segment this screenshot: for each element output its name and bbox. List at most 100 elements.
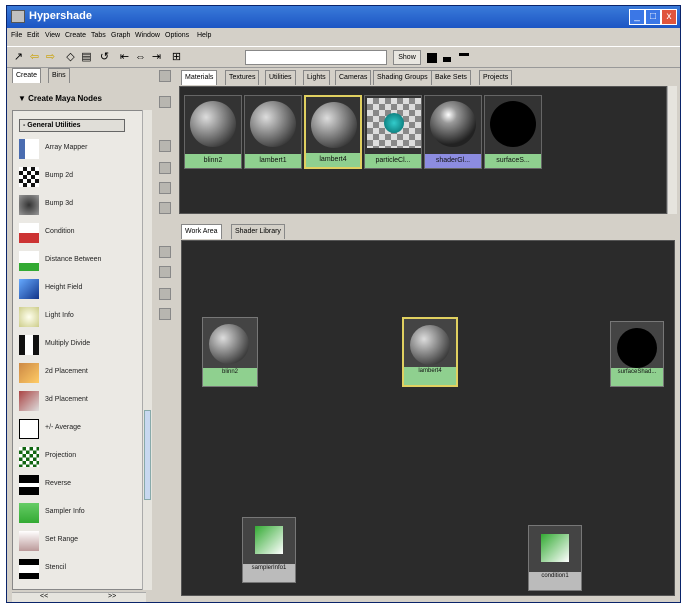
layout-icon[interactable]: ⊞ [169, 50, 184, 65]
side-tool-icon[interactable] [159, 288, 171, 300]
node-item[interactable]: Bump 2d [17, 165, 137, 191]
tab-create[interactable]: Create [12, 68, 42, 83]
material-swatch[interactable]: shaderGl... [424, 95, 482, 169]
scroll-left-icon[interactable]: << [40, 593, 48, 600]
nodes-vertical-scrollbar[interactable] [142, 110, 152, 590]
side-tool-icon[interactable] [159, 96, 171, 108]
node-item[interactable]: Array Mapper [17, 137, 137, 163]
node-item-label: Array Mapper [45, 144, 88, 151]
menu-help[interactable]: Help [197, 32, 211, 39]
material-preview [190, 101, 236, 147]
section-general-utilities[interactable]: - General Utilities [19, 119, 125, 132]
tab-textures[interactable]: Textures [225, 70, 260, 85]
node-item[interactable]: Bump 3d [17, 193, 137, 219]
condition-icon [19, 223, 39, 243]
work-node[interactable]: lambert4 [402, 317, 458, 387]
side-tool-icon[interactable] [159, 308, 171, 320]
node-item[interactable]: 3d Placement [17, 389, 137, 415]
tab-utilities[interactable]: Utilities [265, 70, 296, 85]
tab-bins[interactable]: Bins [48, 68, 70, 83]
node-item[interactable]: Multiply Divide [17, 333, 137, 359]
node-item[interactable]: +/- Average [17, 417, 137, 443]
search-input[interactable] [245, 50, 387, 65]
materials-scrollbar[interactable] [667, 86, 677, 214]
expand-arrow-icon: ▼ [18, 94, 29, 103]
section-label: General Utilities [27, 122, 81, 129]
tab-lights[interactable]: Lights [303, 70, 330, 85]
work-area[interactable]: blinn2 lambert4 surfaceShad... samplerInfo1… [181, 240, 675, 596]
graph-icon[interactable]: ▤ [79, 50, 94, 65]
eraser-icon[interactable]: ◇ [63, 50, 78, 65]
node-item[interactable]: Stencil [17, 557, 137, 583]
node-item[interactable]: Condition [17, 221, 137, 247]
medium-swatch-icon[interactable] [443, 57, 451, 62]
side-tool-icon[interactable] [159, 266, 171, 278]
node-item[interactable]: Projection [17, 445, 137, 471]
material-preview [311, 102, 357, 148]
select-tool-icon[interactable]: ↗ [11, 50, 26, 65]
material-swatch[interactable]: surfaceS... [484, 95, 542, 169]
menu-options[interactable]: Options [165, 32, 189, 39]
menu-tabs[interactable]: Tabs [91, 32, 106, 39]
tab-projects[interactable]: Projects [479, 70, 513, 85]
menu-graph[interactable]: Graph [111, 32, 130, 39]
tab-cameras[interactable]: Cameras [335, 70, 372, 85]
menu-edit[interactable]: Edit [27, 32, 39, 39]
material-swatch[interactable]: blinn2 [184, 95, 242, 169]
multiply-divide-icon [19, 335, 39, 355]
material-name: blinn2 [185, 154, 241, 168]
material-swatch[interactable]: particleCl... [364, 95, 422, 169]
title-bar[interactable]: Hypershade _ □ x [7, 6, 680, 28]
input-connections-icon[interactable]: ⇤ [117, 50, 132, 65]
side-tool-icon[interactable] [159, 70, 171, 82]
show-button[interactable]: Show [393, 50, 421, 65]
side-tool-icon[interactable] [159, 246, 171, 258]
side-tool-icon[interactable] [159, 202, 171, 214]
material-swatch[interactable]: lambert1 [244, 95, 302, 169]
large-swatch-icon[interactable] [427, 53, 437, 63]
menu-view[interactable]: View [45, 32, 60, 39]
tab-bake-sets[interactable]: Bake Sets [431, 70, 471, 85]
node-item[interactable]: Distance Between [17, 249, 137, 275]
work-node[interactable]: samplerInfo1 [242, 517, 296, 583]
tab-materials[interactable]: Materials [181, 70, 218, 85]
scroll-right-icon[interactable]: >> [108, 593, 116, 600]
minimize-button[interactable]: _ [629, 9, 645, 25]
work-node-name: condition1 [529, 572, 581, 590]
menu-create[interactable]: Create [65, 32, 86, 39]
menu-window[interactable]: Window [135, 32, 160, 39]
tab-shader-library[interactable]: Shader Library [231, 224, 285, 239]
material-swatch[interactable]: lambert4 [304, 95, 362, 169]
forward-arrow-icon[interactable]: ⇨ [43, 50, 58, 65]
side-tool-icon[interactable] [159, 140, 171, 152]
node-item[interactable]: Sampler Info [17, 501, 137, 527]
node-item[interactable]: Set Range [17, 529, 137, 555]
set-range-icon [19, 531, 39, 551]
input-output-connections-icon[interactable]: ⇔ [133, 50, 148, 65]
node-item[interactable]: 2d Placement [17, 361, 137, 387]
side-tool-icon[interactable] [159, 182, 171, 194]
node-item-label: Condition [45, 228, 75, 235]
node-item[interactable]: Height Field [17, 277, 137, 303]
work-node[interactable]: surfaceShad... [610, 321, 664, 387]
side-tool-icon[interactable] [159, 162, 171, 174]
utility-node-icon [255, 526, 283, 554]
back-arrow-icon[interactable]: ⇦ [27, 50, 42, 65]
output-connections-icon[interactable]: ⇥ [149, 50, 164, 65]
work-node[interactable]: blinn2 [202, 317, 258, 387]
refresh-icon[interactable]: ↺ [97, 50, 112, 65]
node-item-label: Light Info [45, 312, 74, 319]
maximize-button[interactable]: □ [645, 9, 661, 25]
menu-file[interactable]: File [11, 32, 22, 39]
tab-shading-groups[interactable]: Shading Groups [373, 70, 432, 85]
work-node[interactable]: condition1 [528, 525, 582, 591]
small-swatch-icon[interactable] [459, 53, 469, 56]
node-item[interactable]: Reverse [17, 473, 137, 499]
material-name: particleCl... [365, 154, 421, 168]
tab-work-area[interactable]: Work Area [181, 224, 222, 239]
node-item[interactable]: Light Info [17, 305, 137, 331]
scrollbar-thumb[interactable] [144, 410, 151, 500]
nodes-horizontal-scrollbar[interactable]: << >> [12, 592, 146, 602]
close-button[interactable]: x [661, 9, 677, 25]
create-maya-nodes-header[interactable]: ▼ Create Maya Nodes [12, 94, 152, 108]
